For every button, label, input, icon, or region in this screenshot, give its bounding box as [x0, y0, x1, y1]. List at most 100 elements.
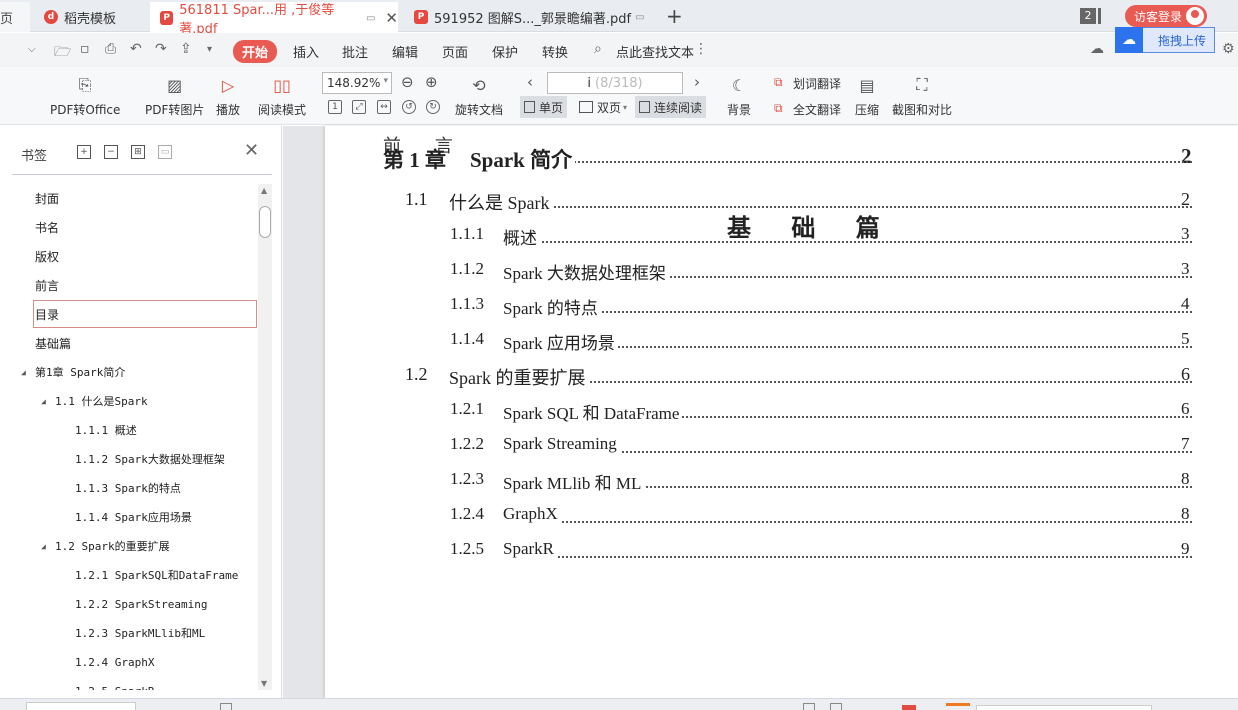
zoom-in-icon[interactable]: ⊕ — [425, 73, 438, 91]
toc-entry[interactable]: 1.1.1 概述 3 — [325, 224, 1238, 250]
tab-second-pdf[interactable]: P 591952 图解S..._郭景瞻编著.pdf ▭ — [404, 2, 654, 32]
bookmark-item[interactable]: ◢ 1.1 什么是Spark — [0, 387, 258, 415]
bookmark-item[interactable]: 1.1.1 概述 — [0, 416, 258, 444]
bookmark-item[interactable]: 1.2.4 GraphX — [0, 648, 258, 676]
more-vertical-icon[interactable]: ⋮ — [694, 41, 708, 57]
more-dropdown-icon[interactable]: ▾ — [207, 44, 212, 55]
tab-active-pdf[interactable]: P 561811 Spar...用 ,于俊等著.pdf ▭ ✕ — [150, 2, 398, 37]
page-number-input[interactable]: i (8/318) — [547, 72, 683, 94]
expand-triangle-icon[interactable]: ◢ — [41, 542, 46, 551]
toc-entry[interactable]: 1.1.4 Spark 应用场景 5 — [325, 329, 1238, 355]
toc-entry[interactable]: 1.2.5 SparkR 9 — [325, 539, 1238, 565]
rotate-left-icon[interactable]: ↺ — [402, 100, 416, 114]
document-view[interactable]: 前 言 基 础 篇 第 1 章 Spark 简介 2 1.1 什么是 Spark 2 1.1… — [283, 126, 1238, 698]
bookmark-item[interactable]: 1.2.1 SparkSQL和DataFrame — [0, 561, 258, 589]
bookmark-item[interactable]: 1.2.5 SparkR — [0, 677, 258, 691]
toc-entry[interactable]: 1.1.2 Spark 大数据处理框架 3 — [325, 259, 1238, 285]
bookmark-scrollbar[interactable]: ▲ ▼ — [258, 184, 272, 690]
redo-icon[interactable]: ↷ — [155, 41, 167, 57]
menu-page[interactable]: 页面 — [442, 42, 468, 61]
cloud-sync-icon[interactable]: ☁ — [1090, 41, 1104, 57]
menu-convert[interactable]: 转换 — [542, 42, 568, 61]
add-bookmark-icon[interactable]: ⊞ — [131, 145, 145, 159]
double-view-icon[interactable] — [830, 703, 842, 710]
menu-comment[interactable]: 批注 — [342, 42, 368, 61]
zoom-out-icon[interactable]: ⊖ — [401, 73, 414, 91]
prev-page-icon[interactable]: ‹ — [527, 73, 533, 91]
scroll-thumb[interactable] — [259, 206, 271, 238]
pdf-to-image-button[interactable]: ▨ PDF转图片 — [145, 73, 204, 118]
collapse-all-icon[interactable]: − — [104, 145, 118, 159]
toc-entry[interactable]: 1.2.3 Spark MLlib 和 ML 8 — [325, 469, 1238, 495]
bookmark-item[interactable]: 目录 — [33, 300, 257, 328]
background-button[interactable]: ☾ 背景 — [727, 73, 751, 118]
open-folder-icon[interactable]: 🗁 — [54, 41, 71, 65]
toc-entry[interactable]: 1.1.3 Spark 的特点 4 — [325, 294, 1238, 320]
read-mode-button[interactable]: ▯▯ 阅读模式 — [258, 73, 306, 118]
new-tab-button[interactable]: + — [666, 4, 683, 28]
word-translate-button[interactable]: 划词翻译 — [793, 75, 841, 92]
scroll-down-icon[interactable]: ▼ — [261, 679, 267, 688]
menu-protect[interactable]: 保护 — [492, 42, 518, 61]
visitor-login-button[interactable]: 访客登录 — [1125, 5, 1207, 27]
double-page-button[interactable]: 双页 ▾ — [575, 96, 631, 118]
bookmark-item[interactable]: 封面 — [0, 184, 258, 212]
bookmark-item[interactable]: 1.1.2 Spark大数据处理框架 — [0, 445, 258, 473]
scroll-up-icon[interactable]: ▲ — [261, 186, 267, 195]
bookmark-item[interactable]: 1.2.3 SparkMLlib和ML — [0, 619, 258, 647]
expand-all-icon[interactable]: + — [77, 145, 91, 159]
bookmark-item[interactable]: ◢ 第1章 Spark简介 — [0, 358, 258, 386]
window-count-badge[interactable]: 2 — [1080, 8, 1096, 24]
fullscreen-icon[interactable] — [946, 703, 970, 710]
zoom-select[interactable]: 148.92% — [322, 72, 392, 94]
menu-start[interactable]: 开始 — [233, 40, 278, 63]
bookmark-item[interactable]: 1.1.3 Spark的特点 — [0, 474, 258, 502]
status-page-field[interactable] — [26, 702, 136, 710]
bookmark-item[interactable]: 版权 — [0, 242, 258, 270]
bookmark-item[interactable]: 前言 — [0, 271, 258, 299]
expand-triangle-icon[interactable]: ◢ — [21, 368, 26, 377]
toc-entry[interactable]: 1.2.1 Spark SQL 和 DataFrame 6 — [325, 399, 1238, 425]
continuous-read-button[interactable]: 连续阅读 — [635, 96, 707, 118]
full-translate-button[interactable]: 全文翻译 — [793, 101, 841, 118]
thumbnail-icon[interactable] — [220, 703, 232, 710]
tab-home[interactable]: 页 — [0, 2, 30, 32]
fit-width-icon[interactable]: ↔ — [377, 100, 391, 114]
bookmark-item[interactable]: 1.2.2 SparkStreaming — [0, 590, 258, 618]
undo-icon[interactable]: ↶ — [130, 41, 142, 57]
pin-icon[interactable]: ▭ — [366, 13, 375, 24]
toc-entry[interactable]: 1.2 Spark 的重要扩展 6 — [325, 364, 1238, 390]
save-icon[interactable]: ▫ — [80, 41, 90, 57]
rotate-document-button[interactable]: ⟲ 旋转文档 — [455, 73, 503, 118]
toc-entry[interactable]: 1.2.2 Spark Streaming 7 — [325, 434, 1238, 460]
pdf-page[interactable]: 前 言 基 础 篇 第 1 章 Spark 简介 2 1.1 什么是 Spark 2 1.1… — [325, 126, 1238, 698]
bookmark-item[interactable]: ◢ 1.2 Spark的重要扩展 — [0, 532, 258, 560]
pdf-to-office-button[interactable]: ⎘ PDF转Office — [50, 73, 120, 118]
search-text-input[interactable]: 点此查找文本 — [616, 42, 694, 61]
bookmark-item[interactable]: 1.1.4 Spark应用场景 — [0, 503, 258, 531]
single-page-button[interactable]: 单页 — [520, 96, 568, 118]
print-icon[interactable]: ⎙ — [105, 41, 116, 57]
menu-insert[interactable]: 插入 — [293, 42, 319, 61]
toc-entry[interactable]: 1.1 什么是 Spark 2 — [325, 189, 1238, 215]
toc-entry[interactable]: 第 1 章 Spark 简介 2 — [325, 144, 1238, 174]
expand-triangle-icon[interactable]: ◢ — [41, 397, 46, 406]
compress-button[interactable]: ▤ 压缩 — [855, 73, 879, 118]
rotate-right-icon[interactable]: ↻ — [426, 100, 440, 114]
single-view-icon[interactable] — [803, 703, 815, 710]
bookmark-item[interactable]: 书名 — [0, 213, 258, 241]
settings-gear-icon[interactable]: ⚙ — [1222, 41, 1235, 57]
window-switch-icon[interactable] — [1098, 8, 1101, 24]
play-button[interactable]: ▷ 播放 — [216, 73, 240, 118]
toc-entry[interactable]: 1.2.4 GraphX 8 — [325, 504, 1238, 530]
menu-edit[interactable]: 编辑 — [392, 42, 418, 61]
screenshot-compare-button[interactable]: ⛶ 截图和对比 — [892, 73, 952, 118]
delete-bookmark-icon[interactable]: ▭ — [158, 145, 172, 159]
bookmark-item[interactable]: 基础篇 — [0, 329, 258, 357]
fit-page-icon[interactable]: ⤢ — [352, 100, 366, 114]
actual-size-icon[interactable]: 1 — [328, 100, 342, 114]
close-tab-icon[interactable]: ✕ — [385, 9, 398, 27]
next-page-icon[interactable]: › — [694, 73, 700, 91]
chevron-down-icon[interactable]: ⌵ — [28, 44, 36, 55]
pin-icon[interactable]: ▭ — [635, 12, 644, 23]
